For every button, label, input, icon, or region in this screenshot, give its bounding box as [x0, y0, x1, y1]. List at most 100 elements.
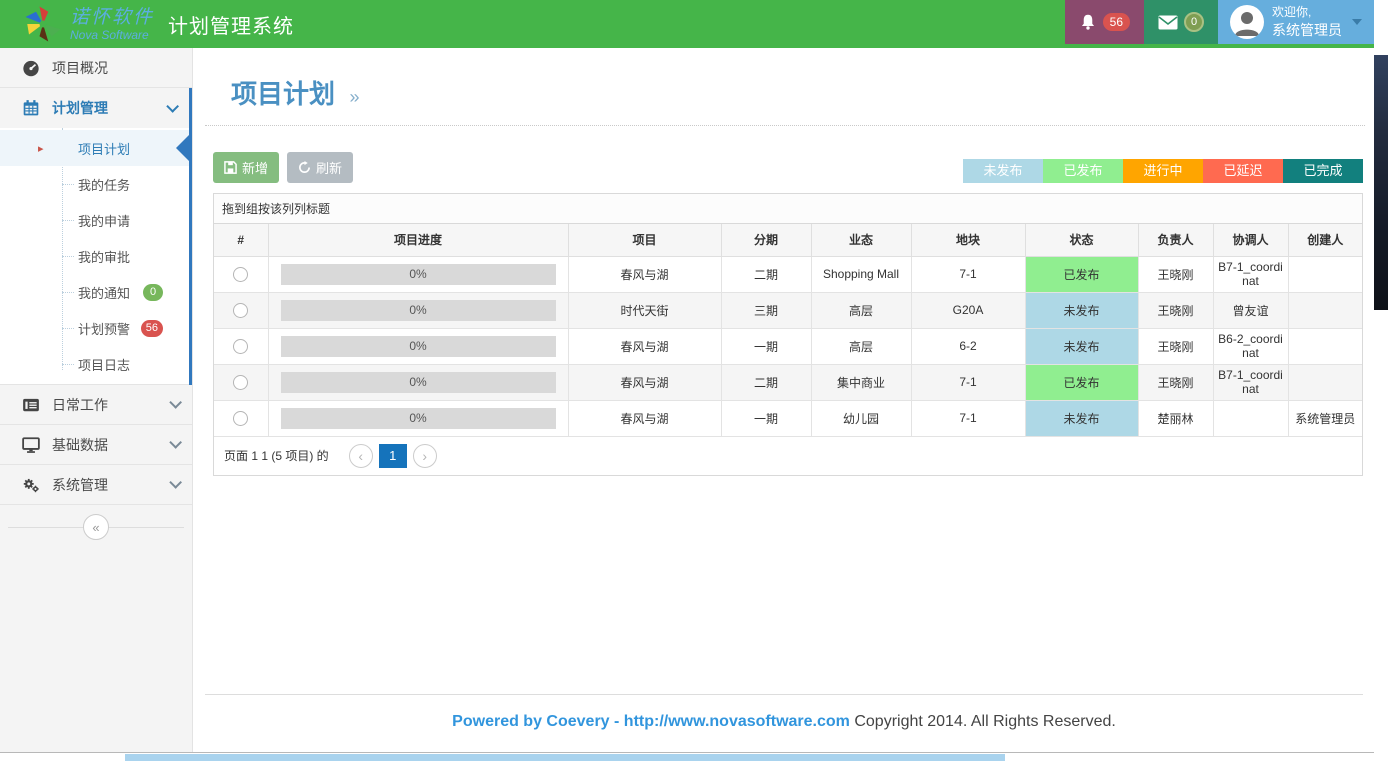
submenu-item-label: 项目日志 — [78, 355, 130, 374]
project-cell: 时代天街 — [568, 292, 721, 328]
messages-badge: 0 — [1184, 12, 1204, 32]
legend-chip-1[interactable]: 已发布 — [1043, 159, 1123, 183]
submenu-item-6[interactable]: 项目日志 — [0, 346, 189, 382]
column-header-2[interactable]: 项目 — [568, 224, 721, 256]
sidebar-item-plan-management[interactable]: 计划管理 — [0, 88, 189, 128]
submenu-item-label: 计划预警 — [78, 319, 130, 338]
column-header-0[interactable]: # — [214, 224, 268, 256]
submenu-item-2[interactable]: 我的申请 — [0, 202, 189, 238]
table-row[interactable]: 0%时代天街三期高层G20A未发布王晓刚曾友谊 — [214, 292, 1362, 328]
messages-button[interactable]: 0 — [1144, 0, 1218, 44]
sidebar-item-base-data[interactable]: 基础数据 — [0, 425, 192, 465]
status-badge: 未发布 — [1025, 292, 1138, 328]
user-menu[interactable]: 欢迎你, 系统管理员 — [1218, 0, 1374, 44]
column-header-8[interactable]: 协调人 — [1213, 224, 1288, 256]
status-badge: 已发布 — [1025, 256, 1138, 292]
submenu-item-1[interactable]: 我的任务 — [0, 166, 189, 202]
creator-cell — [1288, 292, 1362, 328]
progress-bar: 0% — [281, 408, 556, 429]
monitor-icon — [22, 436, 40, 454]
coordinator-cell — [1213, 400, 1288, 436]
column-header-9[interactable]: 创建人 — [1288, 224, 1362, 256]
column-header-1[interactable]: 项目进度 — [268, 224, 568, 256]
column-header-6[interactable]: 状态 — [1025, 224, 1138, 256]
footer-link[interactable]: Powered by Coevery - http://www.novasoft… — [452, 713, 850, 730]
pinwheel-logo-icon — [22, 3, 64, 45]
creator-cell — [1288, 328, 1362, 364]
progress-bar: 0% — [281, 264, 556, 285]
legend-chip-3[interactable]: 已延迟 — [1203, 159, 1283, 183]
table-row[interactable]: 0%春风与湖一期幼儿园7-1未发布楚丽林系统管理员 — [214, 400, 1362, 436]
add-button[interactable]: 新增 — [213, 152, 279, 183]
sidebar-item-project-overview[interactable]: 项目概况 — [0, 48, 192, 88]
sidebar-item-daily-work[interactable]: 日常工作 — [0, 385, 192, 425]
logo-text-en: Nova Software — [70, 29, 154, 41]
sidebar-group-plan-management: 计划管理 ▸项目计划我的任务我的申请我的审批我的通知0计划预警56 项目日志 — [0, 88, 192, 385]
submenu-item-label: 项目计划 — [78, 139, 130, 158]
sidebar-item-label: 基础数据 — [52, 435, 108, 455]
footer-copyright: Copyright 2014. All Rights Reserved. — [850, 713, 1116, 730]
coordinator-cell: B7-1_coordinat — [1213, 364, 1288, 400]
gears-icon — [22, 476, 40, 494]
pager-current-page[interactable]: 1 — [379, 444, 407, 468]
user-name: 系统管理员 — [1272, 21, 1342, 39]
table-row[interactable]: 0%春风与湖二期Shopping Mall7-1已发布王晓刚B7-1_coord… — [214, 256, 1362, 292]
submenu-badge: 0 — [143, 284, 163, 301]
progress-bar: 0% — [281, 300, 556, 321]
plot-cell: 7-1 — [911, 256, 1025, 292]
creator-cell — [1288, 256, 1362, 292]
phase-cell: 三期 — [721, 292, 811, 328]
row-select-radio[interactable] — [233, 339, 248, 354]
sidebar-collapse-button[interactable]: « — [83, 514, 109, 540]
format-cell: 幼儿园 — [811, 400, 911, 436]
column-header-7[interactable]: 负责人 — [1138, 224, 1213, 256]
envelope-icon — [1158, 15, 1178, 30]
row-select-radio[interactable] — [233, 267, 248, 282]
column-header-3[interactable]: 分期 — [721, 224, 811, 256]
column-header-4[interactable]: 业态 — [811, 224, 911, 256]
refresh-button[interactable]: 刷新 — [287, 152, 353, 183]
legend-chip-0[interactable]: 未发布 — [963, 159, 1043, 183]
sidebar-item-system-management[interactable]: 系统管理 — [0, 465, 192, 505]
plot-cell: 6-2 — [911, 328, 1025, 364]
legend-chip-2[interactable]: 进行中 — [1123, 159, 1203, 183]
tree-tick — [62, 256, 74, 257]
plot-cell: 7-1 — [911, 364, 1025, 400]
sidebar-item-label: 计划管理 — [52, 98, 108, 118]
refresh-button-label: 刷新 — [316, 158, 342, 177]
sidebar-collapse-row: « — [0, 505, 192, 549]
status-legend: 未发布已发布进行中已延迟已完成 — [963, 159, 1363, 183]
pager-next-button[interactable]: › — [413, 444, 437, 468]
creator-cell — [1288, 364, 1362, 400]
avatar — [1230, 5, 1264, 39]
project-cell: 春风与湖 — [568, 364, 721, 400]
submenu-item-0[interactable]: ▸项目计划 — [0, 130, 189, 166]
tree-tick — [62, 184, 74, 185]
submenu-item-4[interactable]: 我的通知0 — [0, 274, 189, 310]
footer: Powered by Coevery - http://www.novasoft… — [205, 694, 1363, 731]
submenu-item-3[interactable]: 我的审批 — [0, 238, 189, 274]
submenu-item-label: 我的任务 — [78, 175, 130, 194]
add-button-label: 新增 — [242, 158, 268, 177]
table-row[interactable]: 0%春风与湖二期集中商业7-1已发布王晓刚B7-1_coordinat — [214, 364, 1362, 400]
table-header-row: #项目进度项目分期业态地块状态负责人协调人创建人 — [214, 224, 1362, 256]
pager-prev-button[interactable]: ‹ — [349, 444, 373, 468]
legend-chip-4[interactable]: 已完成 — [1283, 159, 1363, 183]
chevron-down-icon — [1352, 19, 1362, 25]
status-badge: 未发布 — [1025, 400, 1138, 436]
status-badge: 已发布 — [1025, 364, 1138, 400]
table-row[interactable]: 0%春风与湖一期高层6-2未发布王晓刚B6-2_coordinat — [214, 328, 1362, 364]
gauge-icon — [22, 59, 40, 77]
top-header: 诺怀软件 Nova Software 计划管理系统 56 0 — [0, 0, 1374, 48]
notifications-button[interactable]: 56 — [1065, 0, 1144, 44]
row-select-radio[interactable] — [233, 375, 248, 390]
plot-cell: G20A — [911, 292, 1025, 328]
submenu-item-5[interactable]: 计划预警56 — [0, 310, 189, 346]
coordinator-cell: 曾友谊 — [1213, 292, 1288, 328]
row-select-radio[interactable] — [233, 411, 248, 426]
chevron-down-icon — [169, 436, 182, 449]
row-select-radio[interactable] — [233, 303, 248, 318]
tree-tick — [62, 220, 74, 221]
phase-cell: 一期 — [721, 328, 811, 364]
column-header-5[interactable]: 地块 — [911, 224, 1025, 256]
